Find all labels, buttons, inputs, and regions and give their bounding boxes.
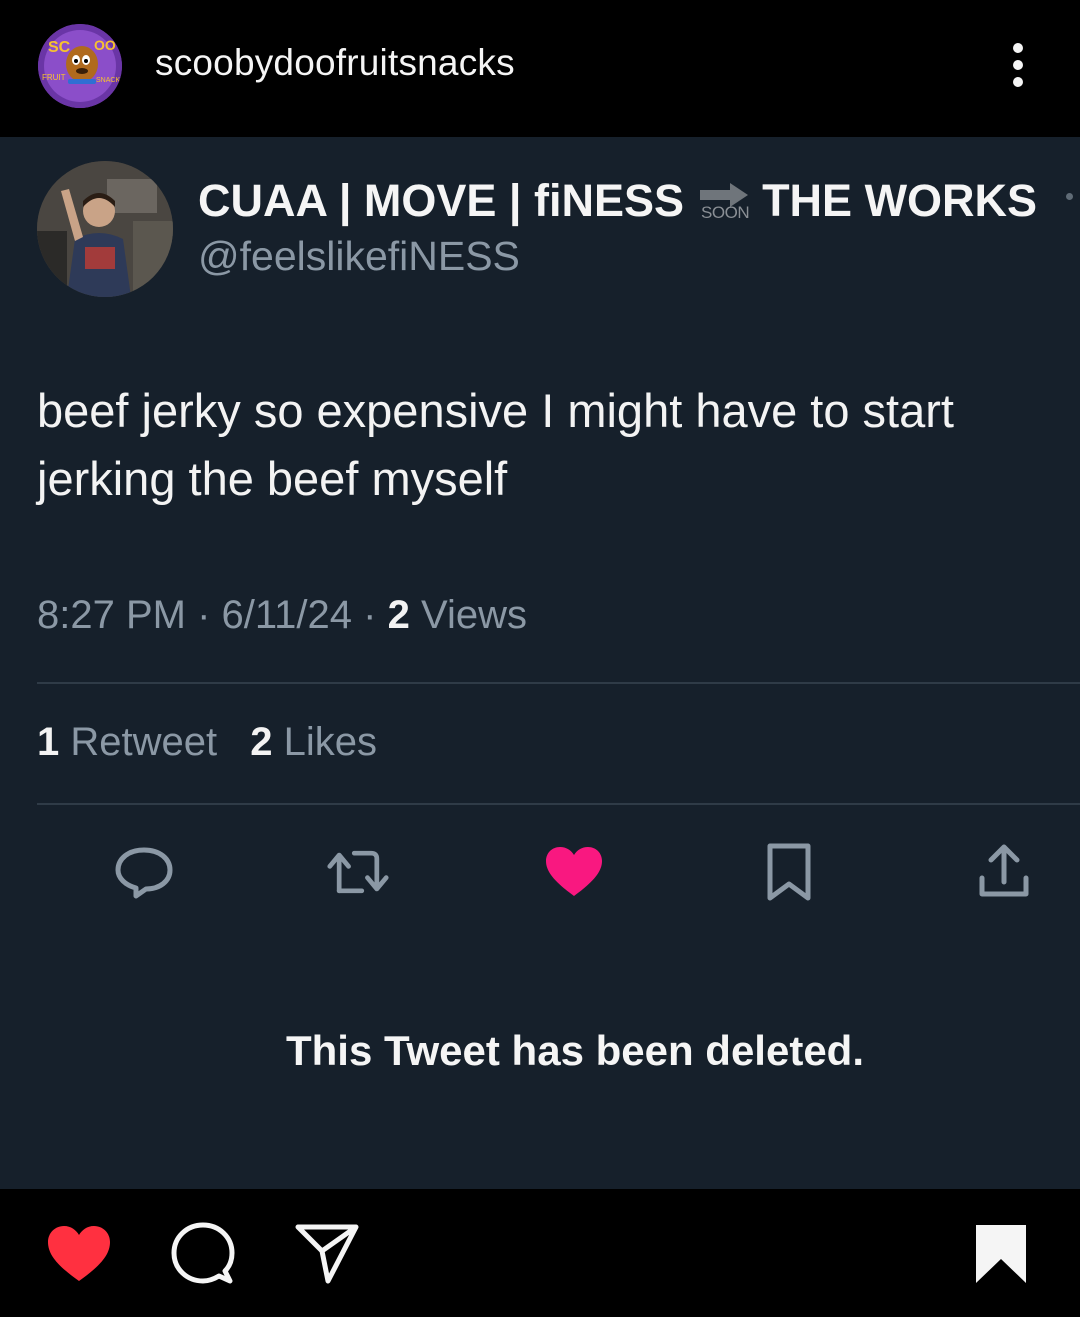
display-name-right: THE WORKS: [762, 175, 1038, 226]
author-photo-icon: [37, 161, 173, 297]
views-count: 2: [387, 593, 410, 637]
tweet-date[interactable]: 6/11/24: [222, 593, 353, 637]
tweet-time[interactable]: 8:27 PM: [37, 593, 186, 637]
heart-icon-filled[interactable]: [44, 1221, 114, 1287]
more-vertical-icon[interactable]: [1003, 40, 1033, 90]
account-username[interactable]: scoobydoofruitsnacks: [155, 42, 515, 84]
share-icon[interactable]: [972, 840, 1036, 904]
retweets-stat[interactable]: 1 Retweet: [37, 720, 217, 764]
meta-separator: ·: [363, 593, 377, 637]
deleted-notice: This Tweet has been deleted.: [285, 1027, 865, 1074]
tweet-stats: 1 Retweet 2 Likes: [37, 720, 377, 765]
tweet-author-avatar[interactable]: [37, 161, 173, 297]
meta-separator: ·: [197, 593, 211, 637]
retweet-icon[interactable]: [326, 840, 390, 904]
svg-text:SNACKS: SNACKS: [96, 77, 122, 84]
likes-label: Likes: [283, 720, 378, 764]
tweet-card: CUAA | MOVE | fiNESS SOON THE WORKS @fee…: [0, 137, 1080, 1189]
svg-text:OO: OO: [94, 37, 116, 53]
retweets-label: Retweet: [70, 720, 218, 764]
reply-icon[interactable]: [112, 840, 176, 904]
soon-arrow: SOON: [700, 183, 750, 223]
tweet-meta: 8:27 PM · 6/11/24 · 2 Views: [37, 593, 527, 638]
soon-label: SOON: [701, 203, 750, 222]
retweets-count: 1: [37, 720, 60, 764]
tweet-display-name[interactable]: CUAA | MOVE | fiNESS SOON THE WORKS: [198, 175, 1037, 227]
post-actions: [0, 1189, 1080, 1317]
svg-text:FRUIT: FRUIT: [42, 73, 66, 82]
divider: [37, 803, 1080, 805]
scooby-logo-icon: SC OO FRUIT SNACKS: [38, 24, 122, 108]
tweet-text: beef jerky so expensive I might have to …: [37, 384, 954, 505]
display-name-left: CUAA | MOVE | fiNESS: [198, 175, 685, 226]
like-icon-filled[interactable]: [542, 840, 606, 904]
bookmark-icon[interactable]: [757, 840, 821, 904]
views-label: Views: [421, 593, 527, 637]
divider: [37, 682, 1080, 684]
post-header: SC OO FRUIT SNACKS scoobydoofruitsnacks: [0, 0, 1080, 137]
tweet-handle[interactable]: @feelslikefiNESS: [198, 233, 520, 280]
save-icon-filled[interactable]: [966, 1221, 1036, 1287]
svg-text:SC: SC: [48, 39, 71, 56]
likes-stat[interactable]: 2 Likes: [250, 720, 377, 764]
comment-icon[interactable]: [168, 1221, 238, 1287]
account-avatar[interactable]: SC OO FRUIT SNACKS: [38, 24, 122, 108]
send-icon[interactable]: [292, 1221, 362, 1287]
cropped-dot: [1066, 193, 1073, 200]
likes-count: 2: [250, 720, 273, 764]
